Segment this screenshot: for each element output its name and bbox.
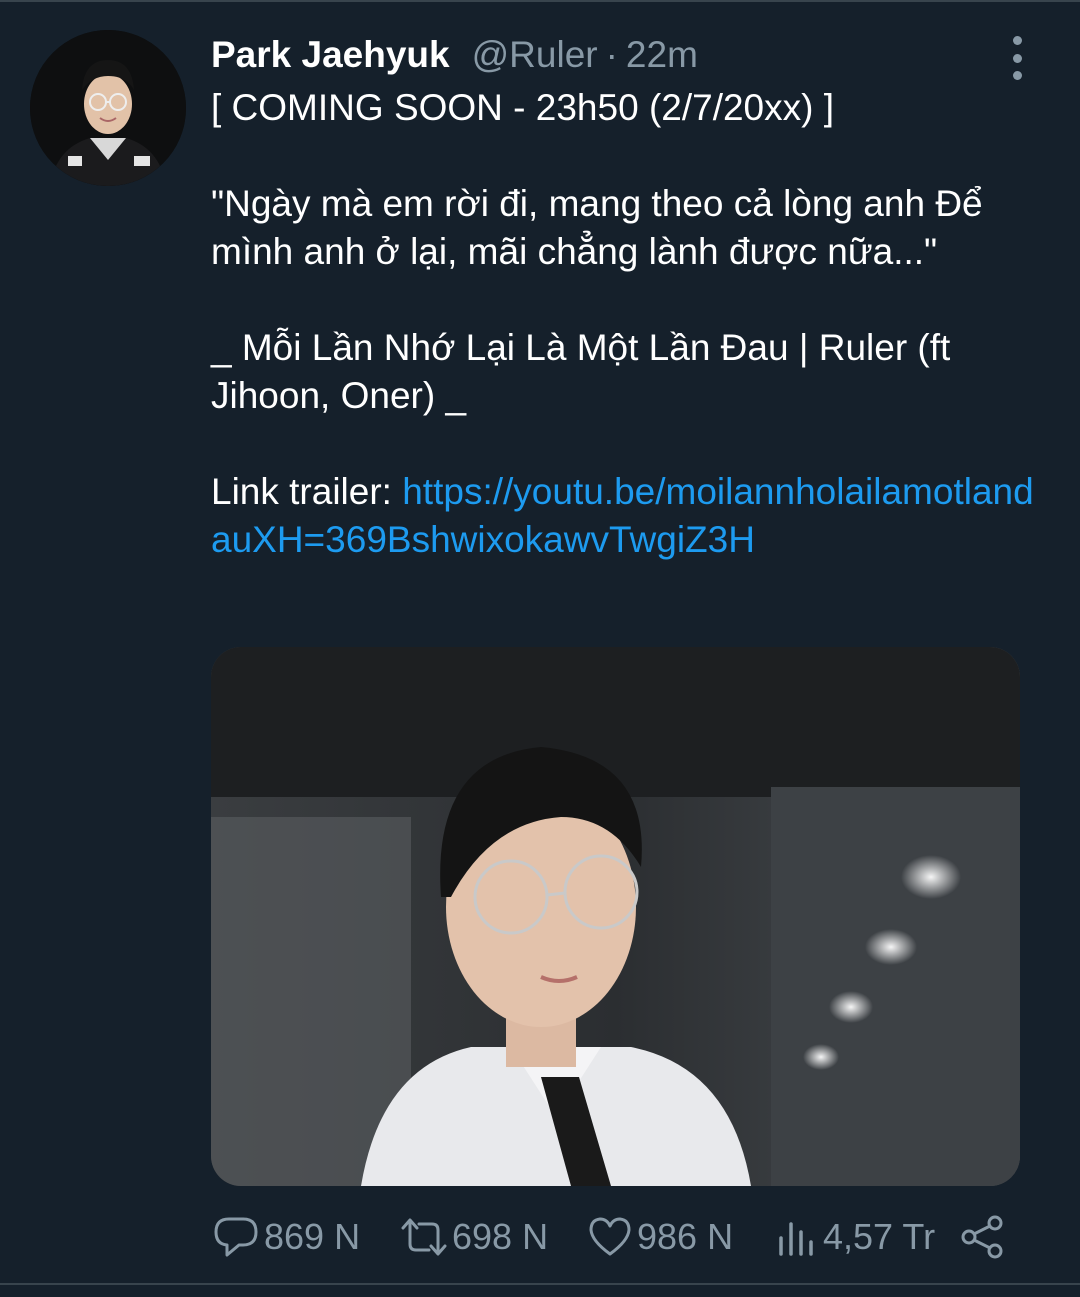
retweet-button[interactable]: 698 N: [399, 1207, 548, 1267]
bar-chart-icon: [779, 1222, 813, 1256]
reply-count: 869 N: [264, 1216, 361, 1257]
heart-icon: [589, 1217, 631, 1256]
avatar-image: [30, 30, 186, 186]
speech-bubble-icon: [214, 1217, 258, 1257]
photo-portrait: [211, 647, 1020, 1186]
announcement-line: [ COMING SOON - 23h50 (2/7/20xx) ]: [211, 87, 835, 128]
reply-button[interactable]: 869 N: [211, 1207, 360, 1267]
quote-text: "Ngày mà em rời đi, mang theo cả lòng an…: [211, 183, 983, 272]
author-handle[interactable]: @Ruler: [472, 34, 598, 76]
link-label: Link trailer:: [211, 471, 403, 512]
like-button[interactable]: 986 N: [586, 1207, 733, 1267]
song-title: _ Mỗi Lần Nhớ Lại Là Một Lần Đau | Ruler…: [211, 327, 951, 416]
views-button[interactable]: 4,57 Tr: [774, 1207, 935, 1267]
more-options-button[interactable]: [1002, 36, 1032, 80]
header-separator: ·: [605, 34, 618, 75]
tweet-actions-bar: 869 N 698 N 986 N 4,57 Tr: [211, 1207, 1031, 1267]
vertical-ellipsis-icon-dot: [1012, 53, 1022, 63]
tweet-text: [ COMING SOON - 23h50 (2/7/20xx) ] "Ngày…: [211, 84, 1041, 564]
share-icon: [961, 1215, 1003, 1259]
views-count: 4,57 Tr: [823, 1216, 936, 1257]
tweet-media-image[interactable]: [211, 647, 1020, 1186]
timestamp[interactable]: 22m: [626, 34, 698, 76]
bottom-divider: [0, 1283, 1080, 1285]
top-divider: [0, 0, 1080, 2]
tweet-header: Park Jaehyuk @Ruler · 22m: [211, 34, 698, 82]
retweet-icon: [401, 1218, 447, 1256]
vertical-ellipsis-icon-dot: [1012, 71, 1022, 80]
author-name[interactable]: Park Jaehyuk: [211, 34, 450, 76]
link-paragraph: Link trailer: https://youtu.be/moilannho…: [211, 468, 1041, 564]
retweet-count: 698 N: [452, 1216, 549, 1257]
share-button[interactable]: [959, 1207, 1007, 1267]
like-count: 986 N: [637, 1216, 734, 1257]
avatar[interactable]: [30, 30, 186, 186]
vertical-ellipsis-icon: [1012, 36, 1022, 45]
